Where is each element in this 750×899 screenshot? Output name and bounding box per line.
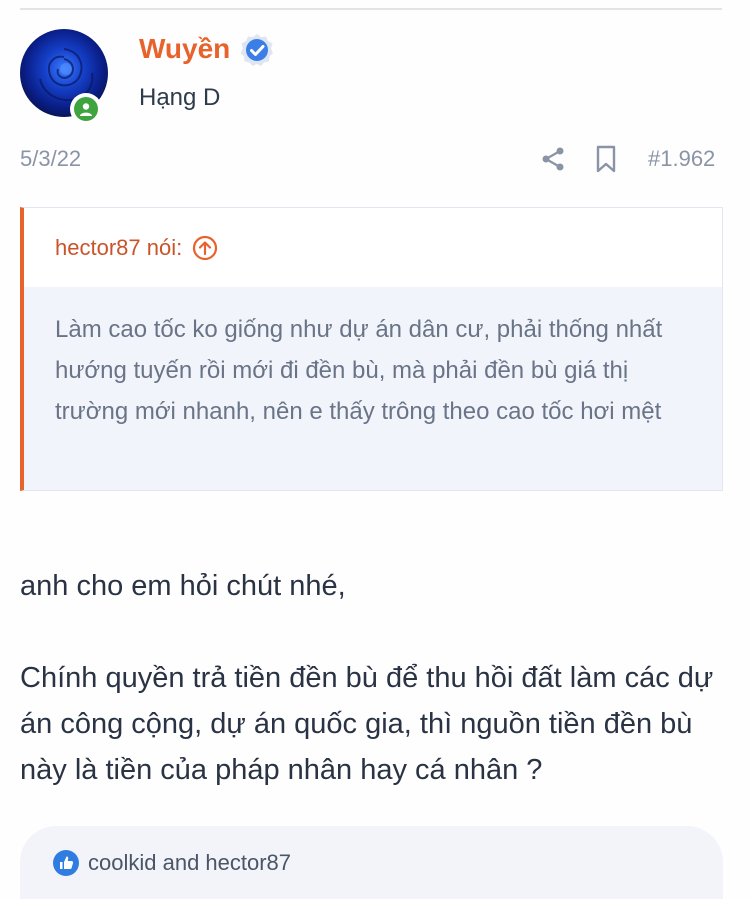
quote-author[interactable]: hector87 nói: <box>55 235 182 261</box>
arrow-up-circle-icon[interactable] <box>192 235 218 261</box>
bookmark-icon[interactable] <box>594 144 618 174</box>
online-status-icon <box>74 97 98 121</box>
verified-badge-icon <box>240 33 274 67</box>
quote-text: Làm cao tốc ko giống như dự án dân cư, p… <box>24 287 722 490</box>
reactions-bar[interactable]: coolkid and hector87 <box>20 826 723 899</box>
quote-header[interactable]: hector87 nói: <box>24 208 722 287</box>
post-date[interactable]: 5/3/22 <box>20 146 81 172</box>
author-name[interactable]: Wuyền <box>139 33 230 65</box>
author-rank: Hạng D <box>139 84 221 111</box>
reactions-list[interactable]: coolkid and hector87 <box>88 850 291 876</box>
quote-block: hector87 nói: Làm cao tốc ko giống như d… <box>20 207 723 491</box>
post-paragraph: Chính quyền trả tiền đền bù để thu hồi đ… <box>20 662 714 786</box>
post-number-link[interactable]: #1.962 <box>648 146 715 172</box>
top-divider <box>20 8 722 10</box>
post-content: anh cho em hỏi chút nhé, Chính quyền trả… <box>20 563 730 793</box>
post-paragraph: anh cho em hỏi chút nhé, <box>20 570 346 602</box>
share-icon[interactable] <box>540 146 566 172</box>
like-icon <box>52 849 80 877</box>
online-status-badge <box>70 93 102 125</box>
author-avatar[interactable] <box>20 29 110 125</box>
